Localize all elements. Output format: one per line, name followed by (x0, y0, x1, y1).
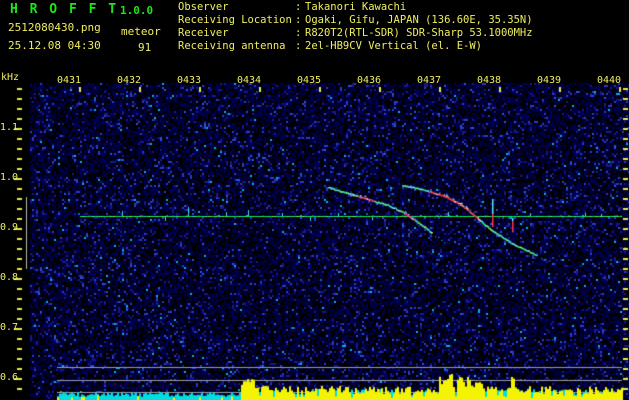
mode-label: meteor (121, 25, 161, 38)
freq-label-1.1: 1.1 (0, 123, 14, 133)
time-label-0431: 0431 (56, 76, 82, 86)
info-row-observer: Observer:Takanori Kawachi (178, 1, 533, 14)
date-time: 25.12.08 04:30 (8, 39, 101, 52)
meteor-count: 91 (138, 41, 151, 54)
freq-label-1.0: 1.0 (0, 173, 14, 183)
info-separator: : (295, 27, 305, 40)
info-separator: : (295, 40, 305, 53)
time-label-0432: 0432 (116, 76, 142, 86)
freq-label-0.9: 0.9 (0, 223, 14, 233)
info-label-receiver: Receiver (178, 27, 295, 40)
info-value-observer: Takanori Kawachi (305, 1, 406, 13)
time-label-0436: 0436 (356, 76, 382, 86)
info-label-receiving-location: Receiving Location (178, 14, 295, 27)
station-info-block: Observer:Takanori KawachiReceiving Locat… (178, 1, 533, 53)
time-label-0435: 0435 (296, 76, 322, 86)
time-label-0433: 0433 (176, 76, 202, 86)
app-title: H R O F F T (10, 2, 118, 17)
info-row-receiver: Receiver:R820T2(RTL-SDR) SDR-Sharp 53.10… (178, 27, 533, 40)
info-row-receiving-location: Receiving Location:Ogaki, Gifu, JAPAN (1… (178, 14, 533, 27)
info-value-receiving-location: Ogaki, Gifu, JAPAN (136.60E, 35.35N) (305, 14, 533, 26)
info-label-receiving-antenna: Receiving antenna (178, 40, 295, 53)
info-value-receiver: R820T2(RTL-SDR) SDR-Sharp 53.1000MHz (305, 27, 533, 39)
time-label-0440: 0440 (596, 76, 622, 86)
freq-label-0.8: 0.8 (0, 273, 14, 283)
freq-axis-unit: kHz (1, 72, 19, 83)
info-separator: : (295, 1, 305, 14)
info-value-receiving-antenna: 2el-HB9CV Vertical (el. E-W) (305, 40, 482, 52)
output-filename: 2512080430.png (8, 21, 101, 34)
hrofft-window: H R O F F T 1.0.0 2512080430.png meteor … (0, 0, 629, 400)
time-label-0439: 0439 (536, 76, 562, 86)
spectrogram-canvas (0, 0, 629, 400)
info-row-receiving-antenna: Receiving antenna:2el-HB9CV Vertical (el… (178, 40, 533, 53)
info-separator: : (295, 14, 305, 27)
time-label-0437: 0437 (416, 76, 442, 86)
freq-label-0.7: 0.7 (0, 323, 14, 333)
freq-label-0.6: 0.6 (0, 373, 14, 383)
time-label-0438: 0438 (476, 76, 502, 86)
info-label-observer: Observer (178, 1, 295, 14)
app-version: 1.0.0 (120, 4, 153, 17)
time-label-0434: 0434 (236, 76, 262, 86)
